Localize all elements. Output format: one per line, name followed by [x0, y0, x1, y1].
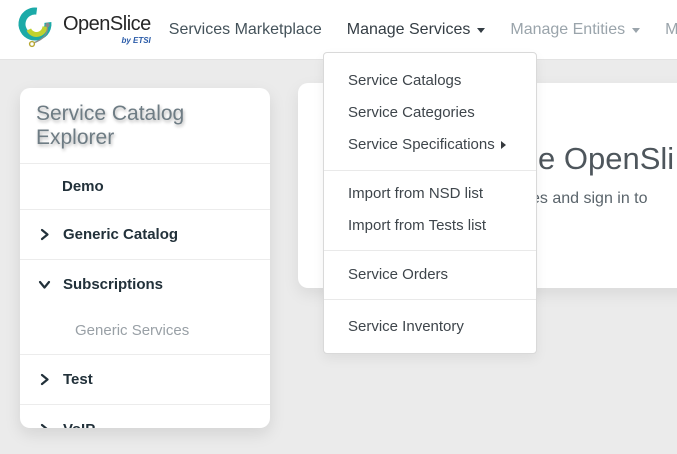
sidebar-item-voip[interactable]: VoIP — [20, 404, 270, 428]
logo-title: OpenSlice — [63, 13, 151, 35]
panel-title: Service Catalog Explorer — [20, 88, 270, 163]
menu-item-service-categories[interactable]: Service Categories — [324, 97, 536, 129]
top-navbar: OpenSlice by ETSI Services Marketplace M… — [0, 0, 677, 60]
menu-item-service-specifications[interactable]: Service Specifications — [324, 129, 536, 161]
chevron-right-icon — [38, 373, 51, 386]
main-nav: Services Marketplace Manage Services Man… — [169, 21, 677, 39]
dropdown-group: Service Catalogs Service Categories Serv… — [324, 53, 536, 170]
menu-item-service-inventory[interactable]: Service Inventory — [324, 311, 536, 343]
dropdown-group: Import from NSD list Import from Tests l… — [324, 170, 536, 250]
openslice-logo[interactable]: OpenSlice by ETSI — [13, 4, 151, 56]
menu-item-service-orders[interactable]: Service Orders — [324, 259, 536, 291]
chevron-down-icon — [477, 28, 485, 33]
logo-subtitle: by ETSI — [121, 36, 150, 45]
openslice-logo-icon — [13, 4, 59, 56]
chevron-right-icon — [38, 423, 51, 428]
nav-item-services-marketplace[interactable]: Services Marketplace — [169, 21, 322, 39]
chevron-down-icon — [632, 28, 640, 33]
manage-services-dropdown: Service Catalogs Service Categories Serv… — [323, 52, 537, 354]
menu-item-service-catalogs[interactable]: Service Catalogs — [324, 65, 536, 97]
sidebar-subitem-generic-services[interactable]: Generic Services — [20, 309, 270, 354]
dropdown-group: Service Inventory — [324, 299, 536, 353]
menu-item-import-from-nsd-list[interactable]: Import from NSD list — [324, 178, 536, 210]
submenu-arrow-icon — [501, 141, 506, 149]
dropdown-group: Service Orders — [324, 250, 536, 299]
sidebar-item-test[interactable]: Test — [20, 354, 270, 404]
sidebar-item-demo[interactable]: Demo — [20, 163, 270, 209]
menu-item-import-from-tests-list[interactable]: Import from Tests list — [324, 210, 536, 242]
nav-item-manage-services[interactable]: Manage Services — [347, 21, 486, 39]
welcome-heading: e OpenSli — [538, 141, 674, 177]
chevron-right-icon — [38, 228, 51, 241]
sidebar-item-generic-catalog[interactable]: Generic Catalog — [20, 209, 270, 259]
welcome-subtitle: es and sign in to — [531, 190, 648, 208]
service-catalog-explorer-panel: Service Catalog Explorer Demo Generic Ca… — [20, 88, 270, 428]
nav-item-monitoring[interactable]: Monit — [665, 21, 677, 39]
nav-item-manage-entities[interactable]: Manage Entities — [510, 21, 640, 39]
chevron-down-icon — [38, 278, 51, 291]
sidebar-item-subscriptions[interactable]: Subscriptions — [20, 259, 270, 309]
